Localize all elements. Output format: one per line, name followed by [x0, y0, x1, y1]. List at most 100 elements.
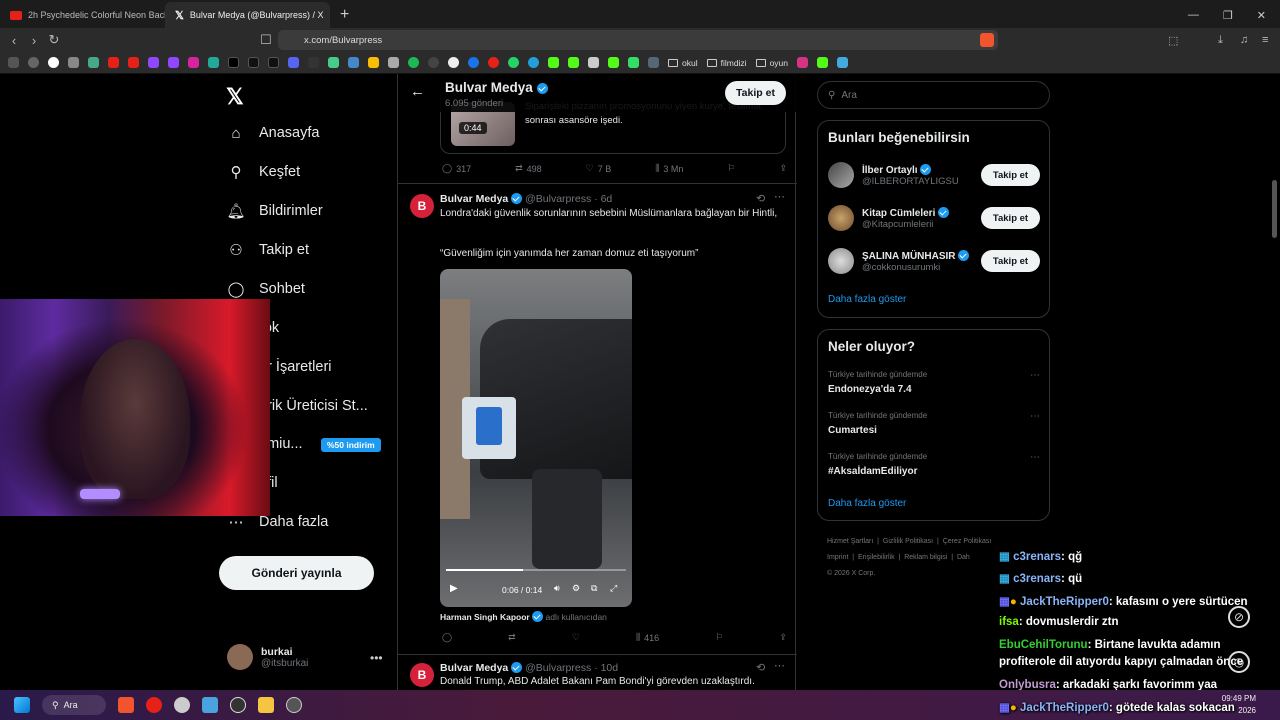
- reply-button[interactable]: ◯: [442, 632, 452, 643]
- bookmark-icon[interactable]: [388, 57, 399, 68]
- bookmark-icon[interactable]: [348, 57, 359, 68]
- tweet-author[interactable]: Bulvar Medya: [440, 662, 508, 674]
- tab-youtube[interactable]: 2h Psychedelic Colorful Neon Backgr: [0, 2, 165, 28]
- tweet-author[interactable]: Bulvar Medya: [440, 193, 508, 205]
- sidebar-item-follow[interactable]: ⚇ Takip et: [227, 241, 309, 259]
- sidebar-item-notifications[interactable]: 🔔︎ Bildirimler: [226, 202, 322, 220]
- suggestion-item[interactable]: Kitap Cümleleri @Kitapcumlelerii Takip e…: [828, 205, 1040, 231]
- close-window-icon[interactable]: ✕: [1257, 9, 1266, 22]
- retweet-button[interactable]: ⇄: [508, 632, 516, 643]
- attribution-name[interactable]: Harman Singh Kapoor: [440, 612, 530, 622]
- kick-icon[interactable]: [817, 57, 829, 68]
- footer-link[interactable]: Imprint: [827, 554, 848, 561]
- youtube-icon[interactable]: [128, 57, 139, 68]
- bookmark-icon[interactable]: [628, 57, 639, 68]
- app-icon[interactable]: [174, 697, 190, 713]
- x-logo-icon[interactable]: 𝕏: [226, 84, 244, 110]
- share-button[interactable]: ⇪: [779, 163, 787, 174]
- tiktok-icon[interactable]: [268, 57, 279, 68]
- more-options-icon[interactable]: ⋯: [1030, 411, 1040, 422]
- twitch-icon[interactable]: [148, 57, 159, 68]
- brave-icon[interactable]: [118, 697, 134, 713]
- bookmark-folder-filmdizi[interactable]: filmdizi: [706, 58, 747, 68]
- footer-link[interactable]: Dah: [957, 554, 970, 561]
- views-button[interactable]: ⫼ 416: [636, 632, 659, 643]
- bookmark-button[interactable]: ⚐: [727, 163, 735, 174]
- windows-start-icon[interactable]: [14, 697, 30, 713]
- bookmark-icon[interactable]: [837, 57, 849, 68]
- tweet-time[interactable]: · 10d: [594, 662, 618, 674]
- reply-button[interactable]: ◯ 317: [442, 163, 471, 174]
- suggestion-item[interactable]: ŞALINA MÜNHASIR @cokkonusurumki Takip et: [828, 248, 1040, 274]
- share-button[interactable]: ⇪: [779, 632, 787, 643]
- volume-icon[interactable]: 🔊︎: [554, 583, 560, 594]
- telegram-icon[interactable]: [528, 57, 539, 68]
- kick-icon[interactable]: [548, 57, 559, 68]
- tab-x[interactable]: 𝕏 Bulvar Medya (@Bulvarpress) / X ✕: [165, 2, 330, 28]
- media-player-icon[interactable]: [146, 697, 162, 713]
- video-player[interactable]: ▶ 0:06 / 0:14 🔊︎ ⚙ ⧉ ⤢: [440, 269, 632, 607]
- menu-icon[interactable]: ≡: [1262, 34, 1268, 46]
- tweet-handle[interactable]: @Bulvarpress: [525, 662, 591, 674]
- grok-icon[interactable]: ⟲: [756, 192, 765, 205]
- account-more-icon[interactable]: •••: [370, 651, 383, 665]
- app-icon[interactable]: [286, 697, 302, 713]
- search-input[interactable]: ⚲ Ara: [817, 81, 1050, 109]
- follow-button[interactable]: Takip et: [981, 250, 1040, 272]
- discord-icon[interactable]: [288, 57, 299, 68]
- avatar[interactable]: B: [410, 194, 434, 218]
- follow-button[interactable]: Takip et: [981, 207, 1040, 229]
- video-progress-track[interactable]: [446, 569, 626, 571]
- like-button[interactable]: ♡: [572, 632, 580, 643]
- footer-link[interactable]: Gizlilik Politikası: [883, 538, 933, 545]
- more-options-icon[interactable]: ⋯: [774, 190, 785, 203]
- trend-item[interactable]: Türkiye tarihinde gündemde Cumartesi ⋯: [828, 411, 1040, 436]
- more-options-icon[interactable]: ⋯: [774, 659, 785, 672]
- more-options-icon[interactable]: ⋯: [1030, 370, 1040, 381]
- bookmark-icon[interactable]: [328, 57, 339, 68]
- sidebar-item-chat[interactable]: ◯ Sohbet: [227, 280, 305, 298]
- pip-icon[interactable]: ⧉: [591, 583, 597, 594]
- tweet-time[interactable]: · 6d: [594, 193, 612, 205]
- sidebar-item-home[interactable]: ⌂ Anasayfa: [227, 124, 319, 142]
- retweet-button[interactable]: ⇄ 498: [515, 163, 542, 174]
- bookmark-icon[interactable]: [488, 57, 499, 68]
- drive-icon[interactable]: [368, 57, 379, 68]
- forward-icon[interactable]: ›: [24, 33, 44, 48]
- bookmark-icon[interactable]: [648, 57, 659, 68]
- bookmark-icon[interactable]: [588, 57, 599, 68]
- bookmark-folder-oyun[interactable]: oyun: [755, 58, 788, 68]
- bookmark-button[interactable]: ⚐: [715, 632, 723, 643]
- bookmark-icon[interactable]: [797, 57, 809, 68]
- app-icon[interactable]: [230, 697, 246, 713]
- trend-item[interactable]: Türkiye tarihinde gündemde #AksaİdamEdil…: [828, 452, 1040, 477]
- x-icon[interactable]: [228, 57, 239, 68]
- footer-link[interactable]: Reklam bilgisi: [904, 554, 947, 561]
- url-bar[interactable]: x.com/Bulvarpress: [278, 30, 998, 50]
- post-button[interactable]: Gönderi yayınla: [219, 556, 374, 590]
- more-options-icon[interactable]: ⋯: [1030, 452, 1040, 463]
- bookmark-page-icon[interactable]: ☐: [256, 32, 276, 48]
- google-icon[interactable]: [48, 57, 59, 68]
- taskbar-search[interactable]: ⚲ Ara: [42, 695, 106, 715]
- bookmark-icon[interactable]: [428, 57, 439, 68]
- kick-icon[interactable]: [568, 57, 579, 68]
- reload-icon[interactable]: ↻: [44, 32, 64, 48]
- bookmark-icon[interactable]: [448, 57, 459, 68]
- settings-icon[interactable]: ⚙: [572, 583, 580, 594]
- bookmark-folder-okul[interactable]: okul: [668, 58, 698, 68]
- music-icon[interactable]: ♫: [1240, 34, 1248, 46]
- new-tab-button[interactable]: +: [330, 2, 359, 28]
- youtube-icon[interactable]: [108, 57, 119, 68]
- footer-link[interactable]: Erişilebilirlik: [858, 554, 895, 561]
- whatsapp-icon[interactable]: [508, 57, 519, 68]
- sidebar-item-explore[interactable]: ⚲ Keşfet: [227, 163, 301, 181]
- avatar[interactable]: B: [410, 663, 434, 687]
- download-icon[interactable]: ⤓: [1218, 34, 1223, 47]
- bookmark-icon[interactable]: [308, 57, 319, 68]
- apps-icon[interactable]: [8, 57, 19, 68]
- tweet-handle[interactable]: @Bulvarpress: [525, 193, 591, 205]
- instagram-icon[interactable]: [188, 57, 199, 68]
- back-icon[interactable]: ‹: [4, 33, 24, 48]
- grok-icon[interactable]: ⟲: [756, 661, 765, 674]
